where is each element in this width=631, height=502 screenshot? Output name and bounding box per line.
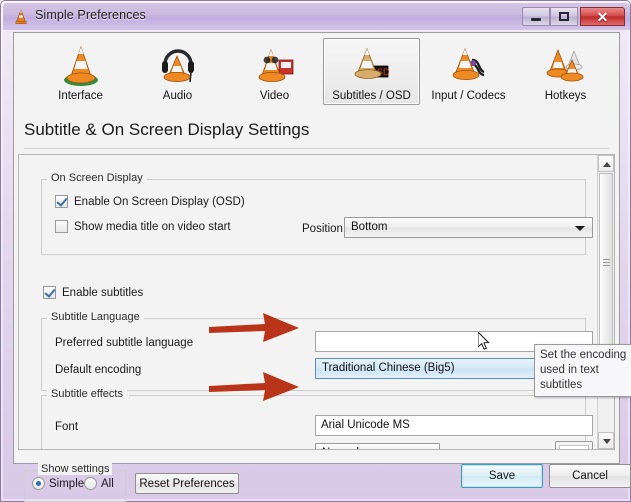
enable-subtitles-checkbox-box[interactable] [43,286,56,299]
reset-preferences-button[interactable]: Reset Preferences [135,473,239,494]
font-size-combobox[interactable]: Normal [315,443,440,449]
show-media-title-label: Show media title on video start [74,220,231,233]
vlc-cone-interface-icon [58,42,104,88]
enable-osd-checkbox[interactable]: Enable On Screen Display (OSD) [55,195,245,208]
position-label: Position [302,223,343,235]
default-encoding-combobox-value: Traditional Chinese (Big5) [322,362,455,374]
preferred-subtitle-language-label: Preferred subtitle language [55,337,194,349]
close-icon: ✕ [596,8,609,25]
heading-divider [24,148,609,149]
show-media-title-checkbox[interactable]: Show media title on video start [55,220,231,233]
vlc-cone-icon [13,9,29,25]
category-video-label: Video [259,90,290,102]
subtitle-language-group-title: Subtitle Language [47,311,144,323]
category-interface[interactable]: Interface [32,38,129,105]
radio-all-label: All [101,477,114,490]
osd-group-line-right [137,179,586,180]
scroll-down-icon [603,439,611,444]
position-combobox[interactable]: Bottom [344,217,593,238]
maximize-button[interactable] [550,7,578,26]
maximize-icon [551,8,577,25]
enable-osd-label: Enable On Screen Display (OSD) [74,195,245,208]
category-video[interactable]: Video [226,38,323,105]
minimize-icon [523,8,549,25]
font-value: Arial Unicode MS [321,419,410,431]
scroll-down-button[interactable] [598,432,614,449]
category-audio-label: Audio [162,90,193,102]
preferences-window: Simple Preferences ✕ Interface Audio Vid… [0,0,631,502]
category-interface-label: Interface [58,90,103,102]
position-combobox-value: Bottom [351,221,388,233]
vlc-cone-video-icon [252,42,298,88]
category-hotkeys[interactable]: Hotkeys [517,38,614,105]
subfx-group-line-right [129,395,586,396]
settings-scroll-area: On Screen Display Enable On Screen Displ… [18,154,615,450]
category-input-codecs[interactable]: Input / Codecs [420,38,517,105]
font-input[interactable]: Arial Unicode MS [315,415,593,436]
category-subtitles-osd[interactable]: OSD Subtitles / OSD [323,38,420,105]
radio-simple-dot[interactable] [32,477,45,490]
text-default-color-swatch [559,445,589,449]
category-input-codecs-label: Input / Codecs [431,90,506,102]
save-button[interactable]: Save [461,464,543,488]
osd-group-title: On Screen Display [47,172,147,184]
encoding-tooltip: Set the encoding used in text subtitles [534,344,631,397]
scrollbar-grip-icon [603,259,610,266]
cancel-button[interactable]: Cancel [549,464,631,488]
preferences-dialog: Interface Audio Video Subtitles / OSD In… [13,32,631,502]
font-label: Font [55,421,79,433]
font-size-combobox-value: Normal [322,447,359,449]
settings-content: On Screen Display Enable On Screen Displ… [19,155,597,449]
radio-simple-label: Simple [49,477,85,490]
title-bar[interactable]: Simple Preferences ✕ [3,3,630,30]
enable-osd-checkbox-box[interactable] [55,195,68,208]
vlc-cone-subtitles-icon: OSD [349,42,395,88]
enable-subtitles-label: Enable subtitles [62,286,144,299]
scrollbar-thumb[interactable] [599,173,613,351]
window-title: Simple Preferences [35,8,146,22]
sublang-group-line-right [138,318,586,319]
category-toolbar: Interface Audio Video Subtitles / OSD In… [14,33,619,117]
text-default-color-button[interactable] [555,441,593,449]
page-title: Subtitle & On Screen Display Settings [24,120,310,139]
enable-subtitles-checkbox[interactable]: Enable subtitles [43,286,143,299]
minimize-button[interactable] [522,7,550,26]
category-audio[interactable]: Audio [129,38,226,105]
radio-all[interactable]: All [84,477,114,490]
close-button[interactable]: ✕ [580,7,625,26]
show-media-title-checkbox-box[interactable] [55,220,68,233]
category-hotkeys-label: Hotkeys [544,90,587,102]
radio-simple[interactable]: Simple [32,477,84,490]
scroll-up-icon [603,162,611,167]
vlc-cone-input-icon [446,42,492,88]
radio-all-dot[interactable] [84,477,97,490]
vlc-cone-headphones-icon [155,42,201,88]
subtitle-language-group [41,318,586,391]
default-encoding-label: Default encoding [55,364,142,376]
chevron-down-icon [575,226,585,231]
subtitle-effects-group-title: Subtitle effects [47,388,127,400]
vertical-scrollbar[interactable] [597,155,614,449]
show-settings-title: Show settings [38,463,113,475]
vlc-cones-hotkeys-icon [543,42,589,88]
scroll-up-button[interactable] [598,155,614,172]
category-subtitles-osd-label: Subtitles / OSD [332,90,411,102]
